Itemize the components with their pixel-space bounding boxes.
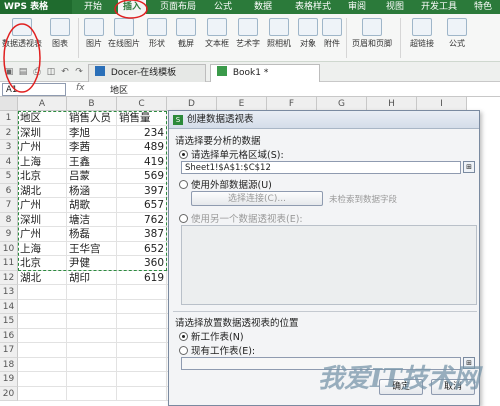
annotation-overlay — [3, 0, 148, 93]
annotation-circle-insert-tab — [114, 0, 148, 19]
annotation-circle-pivot-button — [3, 23, 41, 93]
